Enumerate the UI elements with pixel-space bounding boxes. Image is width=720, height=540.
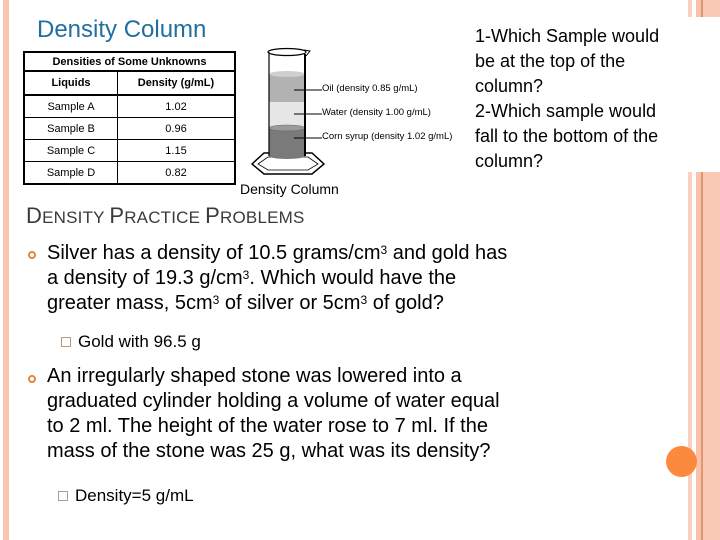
right-decorative-bar bbox=[688, 172, 692, 540]
cell-density: 0.82 bbox=[117, 161, 236, 185]
table-row: Sample D 0.82 bbox=[23, 161, 236, 185]
cell-liquid: Sample C bbox=[23, 139, 118, 162]
right-decorative-bar bbox=[688, 0, 692, 17]
problem-line: mass of the stone was 25 g, what was its… bbox=[47, 440, 491, 462]
question-line: column? bbox=[475, 151, 544, 171]
table-row: Sample A 1.02 bbox=[23, 94, 236, 118]
problem-line: graduated cylinder holding a volume of w… bbox=[47, 390, 500, 412]
orange-circle-decoration bbox=[666, 446, 697, 477]
graduated-cylinder-illustration bbox=[250, 47, 326, 175]
oil-layer bbox=[269, 74, 305, 102]
problem-line: a density of 19.3 g/cm3. Which would hav… bbox=[47, 267, 457, 289]
problem-line: greater mass, 5cm3 of silver or 5cm3 of … bbox=[47, 292, 444, 314]
table-row: Sample B 0.96 bbox=[23, 117, 236, 140]
question-line: be at the top of the bbox=[475, 51, 626, 71]
problem-1-text: Silver has a density of 10.5 grams/cm3 a… bbox=[47, 241, 507, 316]
cylinder-bottom bbox=[269, 153, 305, 159]
circle-bullet-icon bbox=[28, 251, 36, 259]
cell-liquid: Sample B bbox=[23, 117, 118, 140]
cell-density: 1.02 bbox=[117, 94, 236, 118]
problem-2-answer: Density=5 g/mL bbox=[75, 486, 194, 505]
corn-syrup-layer-label: Corn syrup (density 1.02 g/mL) bbox=[322, 131, 453, 142]
problem-line: to 2 ml. The height of the water rose to… bbox=[47, 415, 488, 437]
oil-layer-surface bbox=[269, 71, 305, 77]
question-line: 2-Which sample would bbox=[475, 101, 657, 121]
questions-block: 1-Which Sample would be at the top of th… bbox=[475, 24, 695, 174]
question-line: column? bbox=[475, 76, 544, 96]
circle-bullet-icon bbox=[28, 375, 36, 383]
cylinder-caption: Density Column bbox=[240, 181, 339, 197]
corn-syrup-layer-surface bbox=[268, 124, 306, 132]
section-heading: DENSITY PRACTICE PROBLEMS bbox=[26, 203, 305, 228]
column-header-liquids: Liquids bbox=[23, 70, 118, 96]
square-bullet-icon bbox=[58, 491, 68, 501]
cell-liquid: Sample A bbox=[23, 94, 118, 118]
water-layer bbox=[269, 102, 305, 128]
left-decorative-bar bbox=[3, 0, 9, 540]
cell-density: 0.96 bbox=[117, 117, 236, 140]
densities-table: Densities of Some Unknowns Liquids Densi… bbox=[23, 51, 236, 185]
problem-line: An irregularly shaped stone was lowered … bbox=[47, 365, 462, 387]
right-decorative-bar bbox=[703, 0, 720, 17]
cell-liquid: Sample D bbox=[23, 161, 118, 185]
question-line: fall to the bottom of the bbox=[475, 126, 659, 146]
corn-syrup-layer bbox=[269, 128, 305, 156]
table-row: Sample C 1.15 bbox=[23, 139, 236, 162]
question-line: 1-Which Sample would bbox=[475, 26, 660, 46]
right-decorative-bar bbox=[703, 172, 720, 540]
problem-2-text: An irregularly shaped stone was lowered … bbox=[47, 364, 500, 464]
cylinder-rim bbox=[267, 47, 307, 57]
problem-line: Silver has a density of 10.5 grams/cm3 a… bbox=[47, 242, 508, 264]
cell-density: 1.15 bbox=[117, 139, 236, 162]
problem-1-answer: Gold with 96.5 g bbox=[78, 332, 201, 351]
column-header-density: Density (g/mL) bbox=[117, 70, 236, 96]
oil-layer-label: Oil (density 0.85 g/mL) bbox=[322, 83, 418, 94]
square-bullet-icon bbox=[61, 337, 71, 347]
image-title: Density Column bbox=[37, 16, 207, 43]
table-caption: Densities of Some Unknowns bbox=[23, 51, 236, 72]
water-layer-label: Water (density 1.00 g/mL) bbox=[322, 107, 431, 118]
